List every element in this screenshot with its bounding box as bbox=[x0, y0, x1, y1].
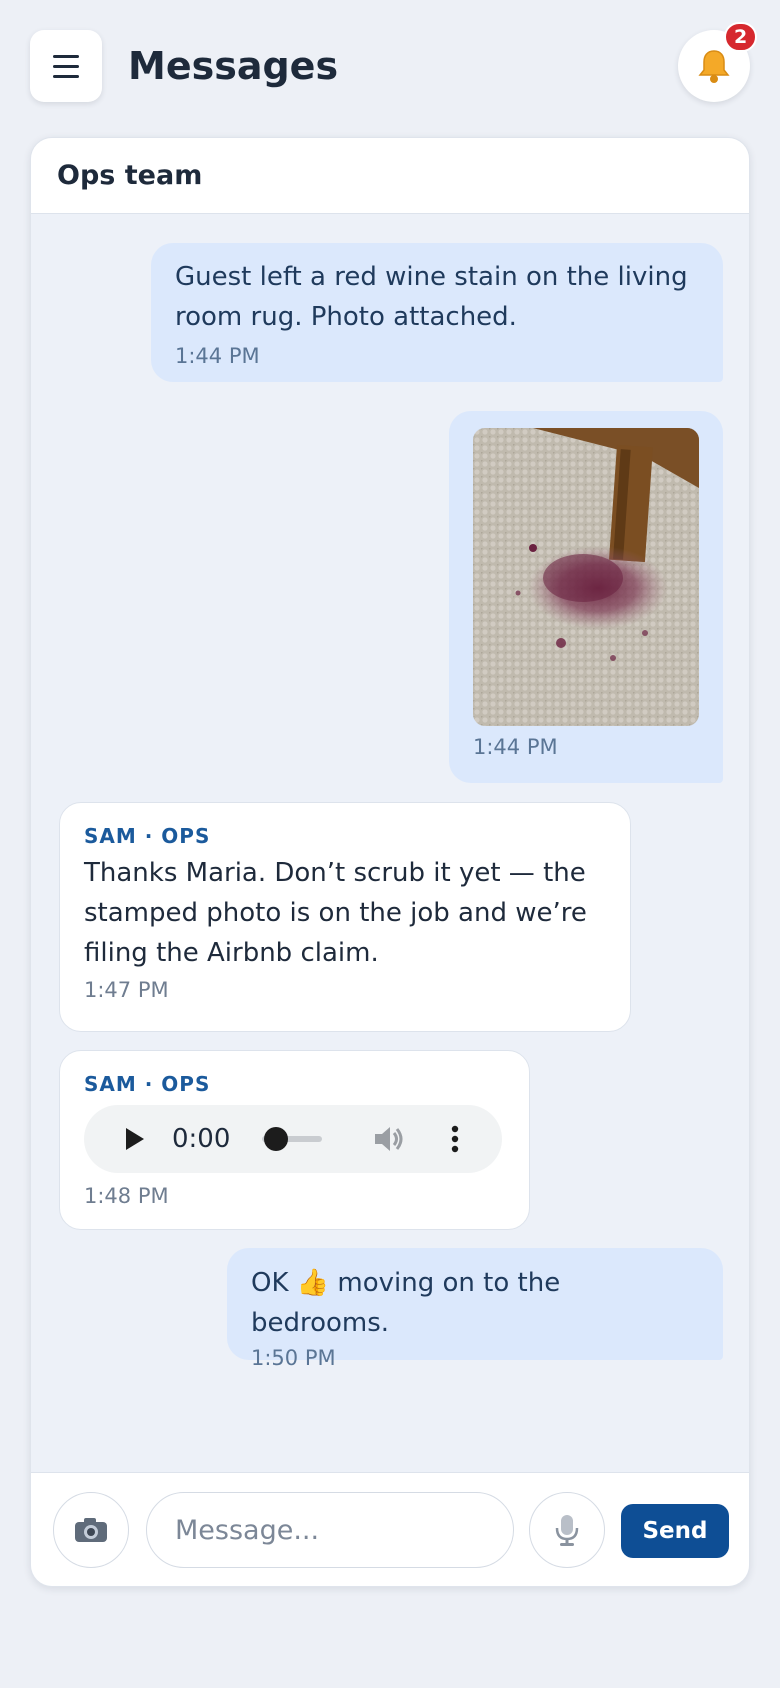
audio-time: 0:00 bbox=[172, 1124, 231, 1154]
message-time: 1:44 PM bbox=[175, 344, 260, 368]
message-time: 1:44 PM bbox=[473, 735, 558, 759]
sender-name: SAM · OPS bbox=[84, 1072, 211, 1096]
notification-badge: 2 bbox=[724, 22, 758, 52]
bell-icon bbox=[698, 50, 730, 83]
hamburger-icon bbox=[53, 54, 79, 58]
message-input[interactable] bbox=[146, 1492, 514, 1568]
message-time: 1:48 PM bbox=[84, 1184, 169, 1208]
audio-player: 0:00 bbox=[84, 1105, 502, 1173]
message-text: Thanks Maria. Don’t scrub it yet — the s… bbox=[84, 858, 587, 968]
volume-icon[interactable] bbox=[372, 1124, 406, 1154]
message-text: OK 👍 moving on to the bedrooms. bbox=[251, 1268, 561, 1338]
message-outgoing: OK 👍 moving on to the bedrooms. 1:50 PM bbox=[227, 1248, 723, 1370]
play-icon[interactable] bbox=[124, 1127, 146, 1151]
camera-button[interactable] bbox=[53, 1492, 129, 1568]
message-composer: Send bbox=[31, 1472, 749, 1586]
message-outgoing: Guest left a red wine stain on the livin… bbox=[151, 243, 723, 382]
sender-name: SAM · OPS bbox=[84, 824, 211, 848]
message-incoming: SAM · OPS Thanks Maria. Don’t scrub it y… bbox=[59, 802, 631, 1032]
audio-progress-knob[interactable] bbox=[264, 1127, 288, 1151]
message-time: 1:47 PM bbox=[84, 978, 169, 1002]
chat-header: Ops team bbox=[31, 138, 749, 214]
message-incoming-audio: SAM · OPS 0:00 1:48 PM bbox=[59, 1050, 530, 1230]
message-time: 1:50 PM bbox=[251, 1346, 336, 1370]
camera-icon bbox=[75, 1518, 107, 1542]
microphone-button[interactable] bbox=[529, 1492, 605, 1568]
page-title: Messages bbox=[128, 44, 339, 88]
attached-photo[interactable] bbox=[473, 428, 699, 726]
message-text: Guest left a red wine stain on the livin… bbox=[175, 262, 688, 332]
send-button[interactable]: Send bbox=[621, 1504, 729, 1558]
chat-title: Ops team bbox=[57, 160, 203, 191]
menu-button[interactable] bbox=[30, 30, 102, 102]
more-options-icon[interactable] bbox=[451, 1125, 459, 1153]
microphone-icon bbox=[555, 1515, 579, 1546]
chat-panel: Ops team Guest left a red wine stain on … bbox=[30, 137, 750, 1587]
message-outgoing-image: 1:44 PM bbox=[449, 411, 723, 783]
